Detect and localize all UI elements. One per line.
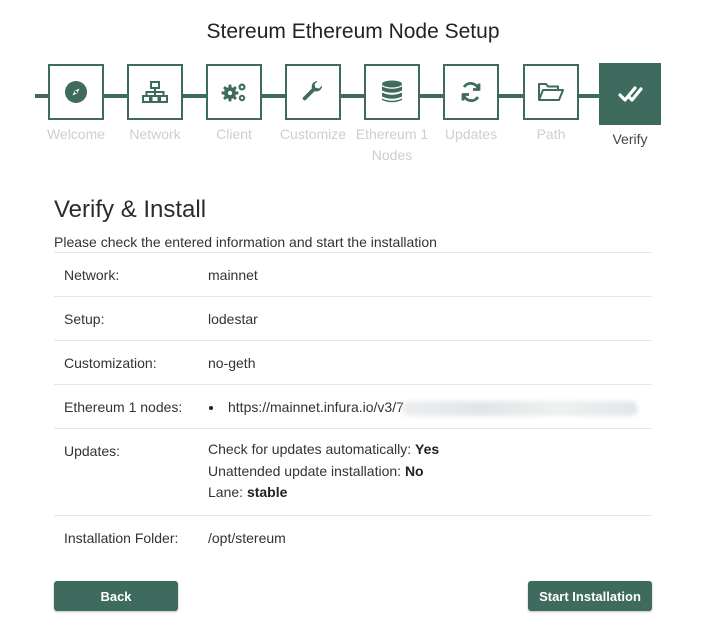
database-icon bbox=[382, 80, 402, 103]
row-label: Installation Folder: bbox=[54, 515, 208, 560]
unattended-update-line: Unattended update installation: No bbox=[208, 462, 424, 479]
row-label: Updates: bbox=[54, 428, 208, 516]
step-label: Client bbox=[216, 126, 252, 142]
table-row-updates: Updates: Check for updates automatically… bbox=[54, 428, 652, 516]
auto-update-line: Check for updates automatically: Yes bbox=[208, 441, 440, 457]
table-row-setup: Setup: lodestar bbox=[54, 296, 652, 341]
table-row-network: Network: mainnet bbox=[54, 252, 652, 297]
step-path[interactable]: Path bbox=[511, 64, 591, 145]
node-url: https://mainnet.infura.io/v3/7 bbox=[228, 399, 404, 415]
setup-stepper: Welcome Network Client Customize Ethereu… bbox=[0, 0, 706, 180]
step-label: Customize bbox=[279, 126, 347, 142]
step-welcome[interactable]: Welcome bbox=[36, 64, 116, 145]
step-ethereum-nodes[interactable]: Ethereum 1 Nodes bbox=[352, 64, 432, 166]
step-updates[interactable]: Updates bbox=[431, 64, 511, 145]
table-row-customization: Customization: no-geth bbox=[54, 340, 652, 385]
step-client[interactable]: Client bbox=[194, 64, 274, 145]
lane-value: stable bbox=[246, 484, 288, 500]
setup-value: lodestar bbox=[208, 296, 652, 341]
table-row-installation-folder: Installation Folder: /opt/stereum bbox=[54, 515, 652, 560]
folder-open-icon bbox=[538, 83, 564, 101]
auto-update-value: Yes bbox=[415, 441, 440, 457]
step-customize[interactable]: Customize bbox=[273, 64, 353, 145]
double-check-icon bbox=[618, 86, 643, 102]
row-label: Setup: bbox=[54, 296, 208, 341]
compass-icon bbox=[65, 81, 87, 103]
summary-table: Network: mainnet Setup: lodestar Customi… bbox=[54, 252, 652, 560]
redacted-blur bbox=[401, 400, 638, 416]
list-item: https://mainnet.infura.io/v3/7 bbox=[208, 399, 652, 416]
sync-icon bbox=[461, 82, 481, 102]
step-verify[interactable]: Verify bbox=[590, 63, 670, 150]
start-installation-button[interactable]: Start Installation bbox=[528, 581, 652, 611]
table-row-ethereum-nodes: Ethereum 1 nodes: https://mainnet.infura… bbox=[54, 384, 652, 429]
step-label: Updates bbox=[444, 126, 498, 142]
network-icon bbox=[142, 81, 168, 103]
customization-value: no-geth bbox=[208, 340, 652, 385]
step-label: Ethereum 1 Nodes bbox=[355, 126, 429, 163]
step-network[interactable]: Network bbox=[115, 64, 195, 145]
step-label: Verify bbox=[612, 131, 648, 147]
step-label: Welcome bbox=[46, 126, 106, 142]
row-label: Network: bbox=[54, 252, 208, 297]
step-label: Network bbox=[129, 126, 181, 142]
unattended-update-value: No bbox=[404, 462, 424, 479]
wrench-icon bbox=[302, 81, 323, 101]
nodes-list: https://mainnet.infura.io/v3/7 bbox=[208, 399, 652, 416]
page-title: Verify & Install bbox=[54, 196, 207, 223]
back-button[interactable]: Back bbox=[54, 581, 178, 611]
network-value: mainnet bbox=[208, 252, 652, 297]
lane-line: Lane: stable bbox=[208, 484, 288, 500]
step-label: Path bbox=[536, 126, 566, 142]
row-label: Customization: bbox=[54, 340, 208, 385]
installation-folder-value: /opt/stereum bbox=[208, 515, 652, 560]
page-subtitle: Please check the entered information and… bbox=[54, 234, 437, 250]
row-label: Ethereum 1 nodes: bbox=[54, 384, 208, 429]
gears-icon bbox=[221, 83, 246, 102]
